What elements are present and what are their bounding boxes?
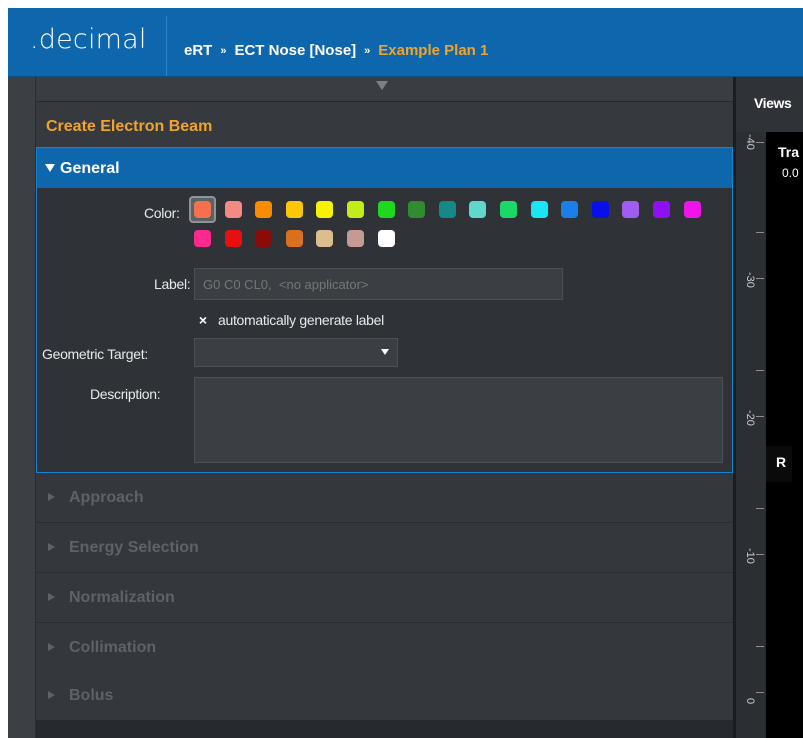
create-beam-panel: Create Electron Beam General Color: Labe…	[36, 77, 733, 738]
panel-footer	[36, 720, 733, 738]
ruler-tick	[756, 232, 764, 233]
color-swatch[interactable]	[316, 201, 334, 218]
section-collimation[interactable]: Collimation	[36, 623, 733, 673]
panel-title: Create Electron Beam	[46, 118, 213, 135]
color-swatch[interactable]	[347, 201, 364, 218]
app-logo[interactable]: .decimal	[30, 24, 147, 55]
auto-label-checkbox-icon[interactable]: ×	[196, 313, 210, 327]
color-swatch[interactable]	[469, 201, 487, 218]
ruler-tick	[756, 646, 764, 647]
color-swatch[interactable]	[377, 201, 395, 218]
ruler-tick	[756, 508, 764, 509]
color-swatch[interactable]	[224, 201, 242, 218]
section-normalization-label: Normalization	[69, 589, 175, 606]
section-bolus[interactable]: Bolus	[36, 671, 733, 721]
color-swatch[interactable]	[285, 201, 303, 218]
auto-label-text[interactable]: automatically generate label	[218, 312, 384, 328]
color-swatch[interactable]	[591, 201, 609, 218]
color-swatch[interactable]	[408, 201, 426, 218]
breadcrumb: eRT » ECT Nose [Nose] » Example Plan 1	[184, 42, 488, 59]
color-swatch[interactable]	[347, 230, 364, 247]
color-swatch[interactable]	[194, 230, 211, 247]
triangle-right-icon	[48, 543, 55, 551]
dropdown-caret-icon	[381, 349, 389, 355]
color-swatch[interactable]	[438, 201, 456, 218]
color-swatch[interactable]	[530, 201, 548, 218]
section-approach[interactable]: Approach	[36, 473, 733, 523]
description-textarea[interactable]	[194, 377, 723, 463]
breadcrumb-item-ert[interactable]: eRT	[184, 42, 212, 59]
orientation-marker: R	[776, 454, 787, 470]
breadcrumb-separator-icon: »	[364, 45, 371, 57]
ruler-label: -20	[744, 410, 756, 426]
ruler-tick	[756, 278, 764, 279]
color-swatch[interactable]	[683, 201, 701, 218]
image-viewer[interactable]: -40 -30 -20 -10 0 Tra 0.0 R	[736, 132, 803, 738]
collapse-strip[interactable]	[36, 77, 733, 102]
panel-title-bar: Create Electron Beam	[36, 102, 733, 147]
label-field-label: Label:	[154, 276, 191, 292]
general-section-title: General	[60, 160, 120, 177]
ruler-label: -40	[744, 134, 756, 150]
section-collimation-label: Collimation	[69, 639, 157, 656]
triangle-right-icon	[48, 593, 55, 601]
triangle-right-icon	[48, 643, 55, 651]
description-label: Description:	[90, 386, 161, 402]
label-input[interactable]	[194, 268, 563, 300]
ruler-label: -10	[744, 548, 756, 564]
color-swatch[interactable]	[622, 201, 640, 218]
color-label: Color:	[144, 205, 180, 221]
triangle-right-icon	[48, 493, 55, 501]
ruler-label: -30	[744, 272, 756, 288]
viewer-slice-position: 0.0	[782, 166, 799, 180]
color-swatch[interactable]	[285, 230, 303, 247]
color-swatch[interactable]	[561, 201, 579, 218]
views-bar: Views	[736, 77, 803, 132]
color-swatch[interactable]	[500, 201, 517, 218]
triangle-down-icon	[45, 164, 55, 172]
general-section-header[interactable]: General	[37, 148, 732, 188]
color-swatch[interactable]	[194, 201, 211, 218]
left-rail	[8, 77, 36, 738]
section-energy-selection-label: Energy Selection	[69, 539, 199, 556]
ruler-tick	[756, 370, 764, 371]
geometric-target-select[interactable]	[194, 338, 398, 367]
top-bar: .decimal eRT » ECT Nose [Nose] » Example Pla…	[8, 8, 803, 77]
color-swatch[interactable]	[653, 201, 670, 218]
ruler-label: 0	[744, 698, 756, 705]
triangle-right-icon	[48, 691, 55, 699]
section-normalization[interactable]: Normalization	[36, 573, 733, 623]
header-divider	[166, 16, 167, 76]
color-swatch[interactable]	[255, 201, 273, 218]
color-swatch[interactable]	[224, 230, 242, 247]
breadcrumb-item-patient[interactable]: ECT Nose [Nose]	[234, 42, 356, 59]
ruler-tick	[756, 416, 764, 417]
section-energy-selection[interactable]: Energy Selection	[36, 523, 733, 573]
ruler-tick	[756, 142, 764, 143]
collapse-down-icon[interactable]	[376, 81, 388, 90]
views-label[interactable]: Views	[754, 95, 792, 111]
ruler-tick	[756, 692, 764, 693]
section-approach-label: Approach	[69, 489, 144, 506]
breadcrumb-item-plan[interactable]: Example Plan 1	[378, 42, 488, 59]
vertical-ruler: -40 -30 -20 -10 0	[736, 132, 766, 738]
color-swatch[interactable]	[377, 230, 395, 247]
viewer-title: Tra	[778, 144, 800, 160]
general-section: General Color: Label: × automatically ge…	[36, 147, 733, 473]
breadcrumb-separator-icon: »	[220, 45, 227, 57]
geometric-target-label: Geometric Target:	[42, 346, 148, 362]
ruler-tick	[756, 554, 764, 555]
color-swatch[interactable]	[255, 230, 273, 247]
color-swatch[interactable]	[316, 230, 334, 247]
section-bolus-label: Bolus	[69, 687, 114, 704]
